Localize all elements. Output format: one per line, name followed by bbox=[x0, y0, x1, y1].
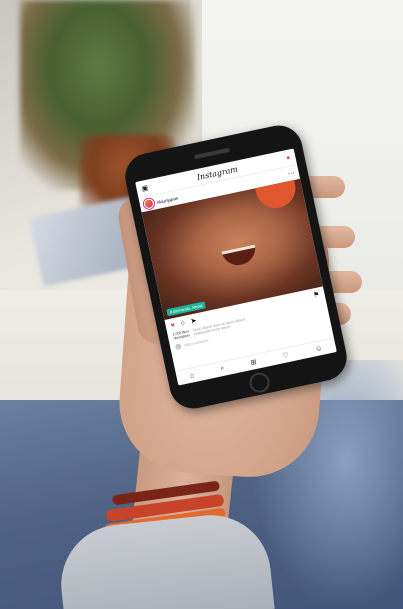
direct-message-icon[interactable]: ● bbox=[286, 154, 292, 162]
comment-icon[interactable]: ○ bbox=[180, 319, 186, 327]
more-options-icon[interactable]: ⋯ bbox=[287, 169, 295, 177]
child-smile bbox=[221, 244, 259, 269]
camera-icon[interactable]: ▣ bbox=[141, 184, 149, 192]
activity-icon[interactable]: ♡ bbox=[282, 351, 290, 360]
avatar[interactable] bbox=[143, 197, 155, 210]
search-icon[interactable]: ⌕ bbox=[220, 365, 225, 374]
bookmark-icon[interactable]: ⚑ bbox=[313, 290, 321, 299]
home-button[interactable] bbox=[247, 370, 272, 395]
profile-icon[interactable]: ☺ bbox=[315, 344, 323, 352]
phone-screen: ▣ Instagram ● nkiunjapan ⋯ Kathmandu, Ne… bbox=[135, 148, 337, 386]
username[interactable]: nkiunjapan bbox=[156, 195, 178, 204]
add-post-icon[interactable]: ⊞ bbox=[250, 358, 257, 367]
hand-holding-phone-photo: ▣ Instagram ● nkiunjapan ⋯ Kathmandu, Ne… bbox=[0, 0, 403, 609]
like-icon[interactable]: ♥ bbox=[170, 322, 176, 330]
avatar bbox=[174, 343, 182, 351]
share-icon[interactable]: ➤ bbox=[190, 316, 197, 325]
home-icon[interactable]: ⌂ bbox=[189, 372, 195, 380]
phone-speaker bbox=[193, 147, 230, 160]
comment-input[interactable]: Add a comment... bbox=[184, 338, 212, 348]
